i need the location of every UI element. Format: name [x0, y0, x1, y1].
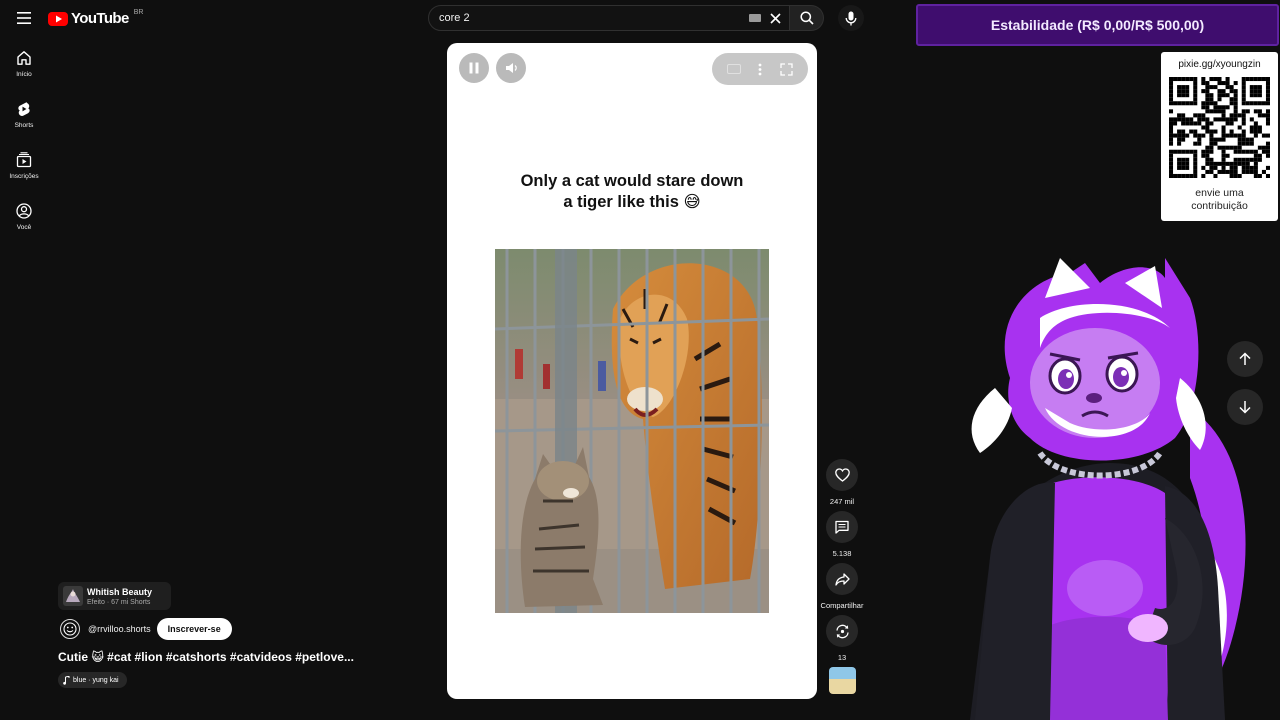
shorts-icon [18, 102, 30, 116]
sound-thumbnail-button[interactable] [829, 667, 856, 694]
shorts-player[interactable]: Only a cat would stare down a tiger like… [447, 43, 817, 699]
smiley-avatar-icon [63, 622, 77, 636]
qr-code-icon [1169, 77, 1270, 178]
fullscreen-button[interactable] [780, 62, 793, 76]
youtube-play-logo-icon [48, 11, 68, 26]
sidebar-item-shorts[interactable]: Shorts [0, 101, 48, 129]
more-vertical-icon [759, 63, 762, 75]
qr-url: pixie.gg/xyoungzin [1178, 59, 1261, 70]
search-input[interactable]: core 2 [439, 12, 749, 24]
home-icon [17, 51, 31, 65]
music-chip[interactable]: blue · yung kai [58, 672, 127, 688]
remix-button[interactable] [826, 615, 858, 647]
you-icon [16, 203, 32, 219]
video-frame [495, 249, 769, 613]
share-button[interactable] [826, 563, 858, 595]
comment-icon [835, 520, 849, 534]
logo-country-code: BR [133, 9, 144, 16]
subscriptions-icon [16, 152, 32, 168]
captions-icon [726, 64, 741, 74]
remix-count: 13 [837, 653, 847, 662]
subscribe-button[interactable]: Inscrever-se [156, 618, 232, 640]
search-box[interactable]: core 2 [428, 5, 790, 31]
qr-call-to-action: envie uma contribuição [1161, 187, 1278, 213]
search-icon [799, 11, 814, 25]
heart-icon [834, 468, 850, 482]
video-caption: Only a cat would stare down a tiger like… [447, 171, 817, 213]
hamburger-menu-icon [17, 12, 31, 24]
comment-action[interactable]: 5.138 [814, 511, 870, 558]
captions-button[interactable] [726, 64, 741, 74]
qr-cta-line-1: envie uma [1195, 187, 1244, 199]
more-options-button[interactable] [758, 63, 762, 76]
sidebar-item-label: Inscrições [9, 173, 39, 180]
like-button[interactable] [826, 459, 858, 491]
keyboard-icon[interactable] [749, 14, 761, 22]
sidebar-item-subscriptions[interactable]: Inscrições [0, 152, 48, 180]
like-count: 247 mil [829, 497, 855, 506]
donation-qr-card: pixie.gg/xyoungzin envie uma contribuiçã… [1161, 52, 1278, 221]
sidebar-item-label: Shorts [14, 122, 34, 129]
clear-search-button[interactable] [767, 10, 783, 26]
qr-cta-line-2: contribuição [1191, 200, 1248, 212]
channel-row: @rrvilloo.shorts Inscrever-se [60, 618, 232, 640]
effect-meta: Efeito · 67 mi Shorts [87, 598, 151, 606]
effect-name: Whitish Beauty [87, 586, 153, 597]
donation-goal-bar: Estabilidade (R$ 0,00/R$ 500,00) [916, 4, 1279, 46]
share-action[interactable]: Compartilhar [814, 563, 870, 610]
close-icon [769, 12, 781, 24]
menu-button[interactable] [12, 6, 36, 30]
pause-button[interactable] [459, 53, 489, 83]
channel-handle[interactable]: @rrvilloo.shorts [88, 624, 151, 634]
sidebar-item-you[interactable]: Você [0, 203, 48, 231]
expand-icon [780, 62, 793, 76]
remix-icon [835, 624, 849, 638]
voice-search-button[interactable] [838, 5, 864, 31]
comment-button[interactable] [826, 511, 858, 543]
logo-text: YouTube [71, 10, 129, 27]
search-button[interactable] [790, 5, 824, 31]
avatar[interactable] [60, 619, 80, 639]
pause-icon [469, 62, 479, 74]
sidebar-item-home[interactable]: Início [0, 50, 48, 78]
volume-icon [505, 63, 517, 73]
share-label: Compartilhar [820, 601, 864, 610]
vtuber-mascot-image [970, 258, 1246, 720]
short-title[interactable]: Cutie 😺 #cat #lion #catshorts #catvideos… [58, 650, 354, 664]
youtube-logo[interactable]: YouTube BR [48, 9, 144, 27]
caption-line-2: a tiger like this 😅 [563, 193, 701, 211]
sidebar-item-label: Início [16, 71, 32, 78]
sidebar-item-label: Você [16, 224, 32, 231]
effect-thumbnail-icon [63, 586, 83, 606]
volume-button[interactable] [496, 53, 526, 83]
like-action[interactable]: 247 mil [814, 459, 870, 506]
music-label: blue · yung kai [73, 676, 119, 684]
goal-text: Estabilidade (R$ 0,00/R$ 500,00) [990, 17, 1205, 33]
caption-line-1: Only a cat would stare down [520, 172, 744, 190]
comment-count: 5.138 [832, 549, 852, 558]
microphone-icon [845, 11, 857, 25]
remix-action[interactable]: 13 [814, 615, 870, 662]
share-icon [834, 572, 850, 586]
effect-chip[interactable]: Whitish Beauty Efeito · 67 mi Shorts [58, 582, 171, 610]
music-note-icon [63, 675, 70, 685]
player-controls-pill [712, 53, 808, 85]
tiger-and-cat-video-image [495, 249, 769, 613]
